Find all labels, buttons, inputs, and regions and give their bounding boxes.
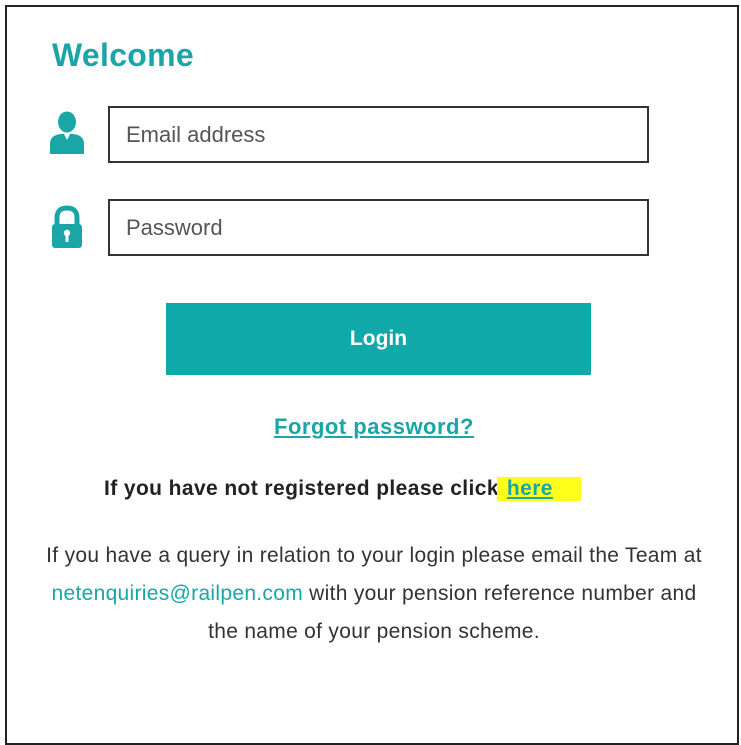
user-icon: [49, 110, 85, 154]
help-text-before: If you have a query in relation to your …: [46, 544, 702, 567]
page-title: Welcome: [52, 37, 195, 73]
register-row: If you have not registered please click h…: [104, 477, 581, 501]
register-here-link[interactable]: here: [507, 477, 553, 500]
email-input[interactable]: [108, 106, 649, 163]
register-text: If you have not registered please click: [104, 477, 499, 500]
support-email-link[interactable]: netenquiries@railpen.com: [52, 582, 303, 605]
register-highlight: here: [496, 477, 581, 501]
password-input[interactable]: [108, 199, 649, 256]
forgot-password-row: Forgot password?: [7, 414, 741, 440]
help-text: If you have a query in relation to your …: [37, 537, 711, 651]
login-panel: Welcome Login Forgot password? If you ha…: [5, 5, 739, 745]
login-button[interactable]: Login: [166, 303, 591, 375]
forgot-password-link[interactable]: Forgot password?: [274, 414, 474, 439]
lock-icon: [49, 205, 85, 249]
